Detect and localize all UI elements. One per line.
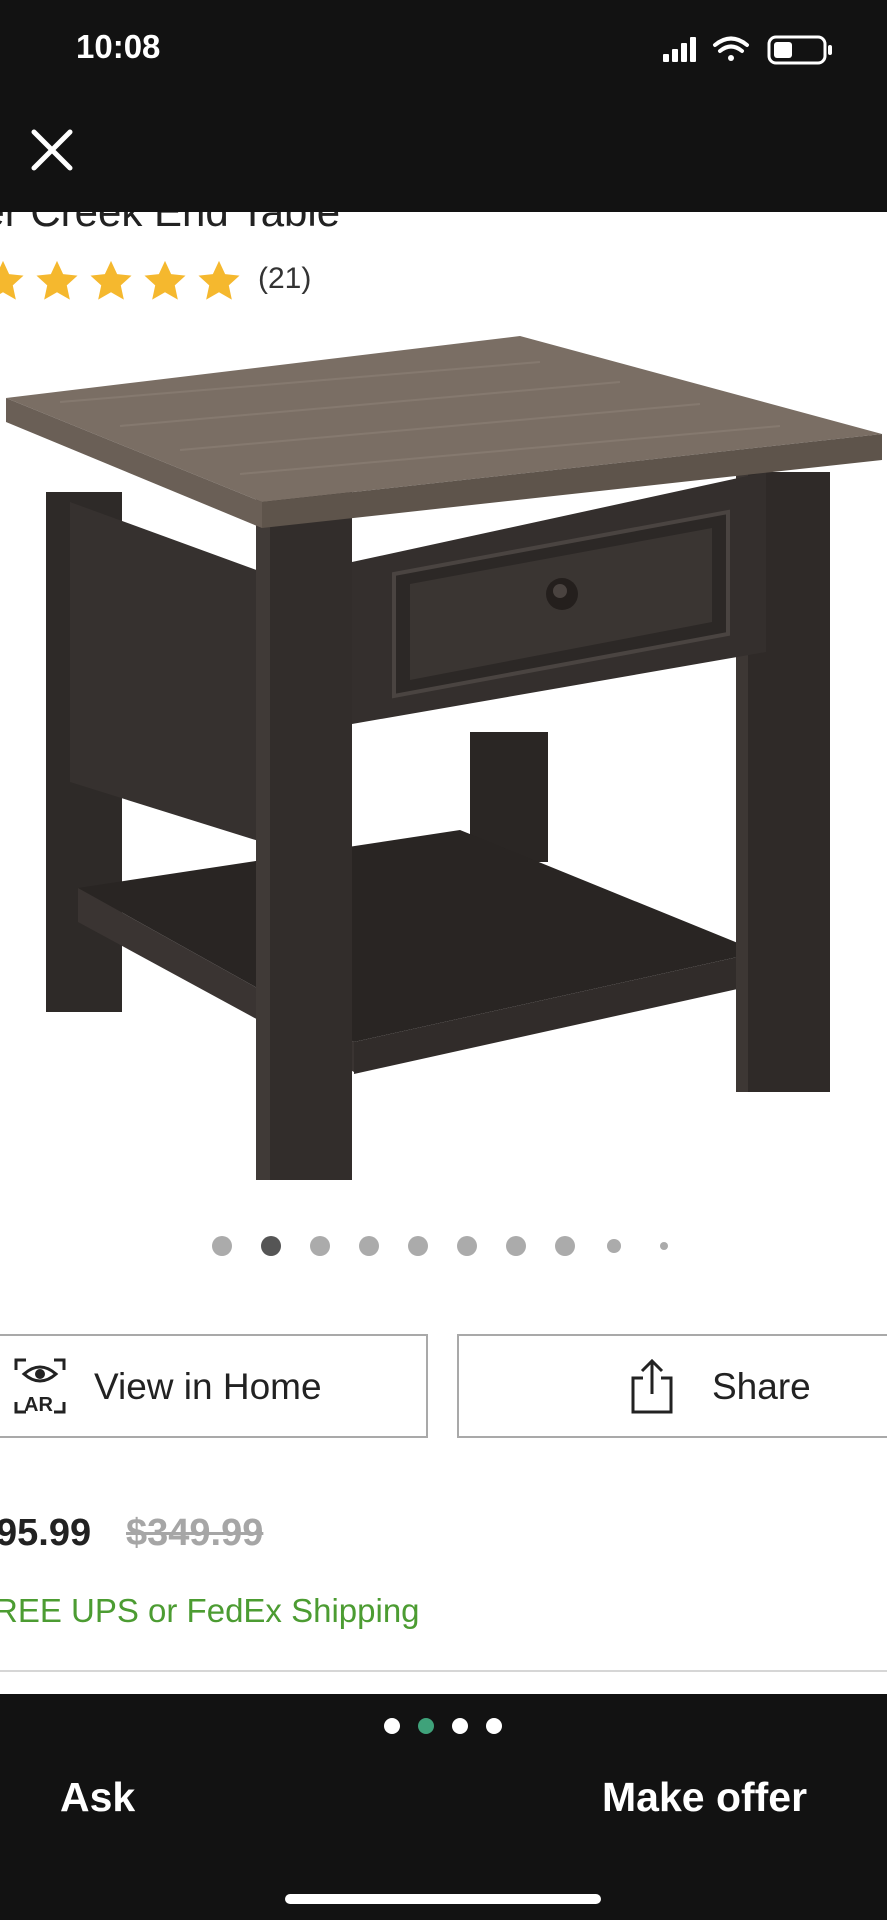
battery-icon <box>767 35 832 65</box>
make-offer-button[interactable]: Make offer <box>602 1774 807 1821</box>
view-in-home-button[interactable]: AR View in Home <box>0 1334 428 1438</box>
image-carousel-dots <box>0 1236 887 1256</box>
product-title: ler Creek End Table <box>0 212 340 236</box>
star-icon <box>0 260 24 300</box>
share-label: Share <box>712 1366 811 1407</box>
star-icon <box>90 260 132 300</box>
product-detail: ler Creek End Table (21) <box>0 212 887 1694</box>
page-indicator-dot-active[interactable] <box>418 1718 434 1734</box>
carousel-dot[interactable] <box>212 1236 232 1256</box>
carousel-dot[interactable] <box>555 1236 575 1256</box>
view-in-home-label: View in Home <box>94 1366 322 1407</box>
close-button[interactable] <box>24 122 80 178</box>
rating-stars <box>0 258 242 304</box>
review-count[interactable]: (21) <box>258 262 311 296</box>
divider <box>0 1670 887 1672</box>
ask-button[interactable]: Ask <box>60 1774 135 1821</box>
home-indicator <box>285 1894 601 1904</box>
star-icon <box>198 260 240 300</box>
star-icon <box>36 260 78 300</box>
star-icon <box>144 260 186 300</box>
product-image[interactable] <box>0 322 887 1202</box>
sale-price: 95.99 <box>0 1512 92 1554</box>
carousel-dot[interactable] <box>457 1236 477 1256</box>
status-time: 10:08 <box>76 28 161 65</box>
carousel-dot[interactable] <box>359 1236 379 1256</box>
original-price: $349.99 <box>126 1512 264 1554</box>
carousel-dot[interactable] <box>310 1236 330 1256</box>
page-indicator-dot[interactable] <box>384 1718 400 1734</box>
carousel-dot[interactable] <box>660 1242 668 1250</box>
share-icon <box>631 1358 673 1414</box>
page-indicator-dot[interactable] <box>486 1718 502 1734</box>
carousel-dot-active[interactable] <box>261 1236 281 1256</box>
status-icons <box>663 32 839 71</box>
status-bar: 10:08 <box>0 0 887 100</box>
close-icon <box>31 129 73 171</box>
carousel-dot[interactable] <box>607 1239 621 1253</box>
wifi-icon <box>713 36 749 61</box>
cellular-signal-icon <box>663 37 696 62</box>
shipping-info: REE UPS or FedEx Shipping <box>0 1592 420 1629</box>
page-indicator-dot[interactable] <box>452 1718 468 1734</box>
top-bar <box>0 100 887 212</box>
ar-badge: AR <box>24 1394 53 1416</box>
bottom-action-bar: Ask Make offer <box>0 1694 887 1920</box>
carousel-dot[interactable] <box>408 1236 428 1256</box>
share-button[interactable]: Share <box>457 1334 887 1438</box>
carousel-dot[interactable] <box>506 1236 526 1256</box>
